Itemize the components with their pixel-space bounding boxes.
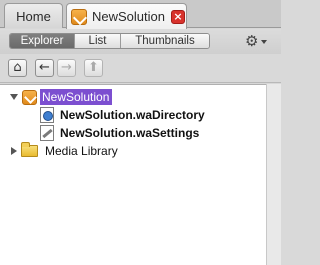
solution-icon: [71, 8, 87, 25]
navigation-bar: ⌂ ← → ⬆: [0, 54, 281, 83]
tab-home-label: Home: [16, 8, 51, 24]
solution-explorer-window: Home NewSolution × Explorer List Thumbna…: [0, 0, 281, 265]
tree-item-directory[interactable]: NewSolution.waDirectory: [40, 106, 205, 124]
view-switch: Explorer List Thumbnails: [9, 33, 210, 49]
tree-item-label: NewSolution.waSettings: [60, 126, 200, 140]
arrow-up-icon: ⬆: [88, 60, 99, 75]
forward-button[interactable]: →: [57, 59, 76, 77]
disclosure-open-icon[interactable]: [10, 94, 18, 100]
folder-icon: [21, 142, 38, 157]
tab-newsolution-label: NewSolution: [92, 9, 165, 24]
tree-item-media-library[interactable]: Media Library: [10, 142, 118, 160]
tree-item-solution[interactable]: NewSolution: [10, 88, 113, 106]
view-list-button[interactable]: List: [74, 34, 120, 48]
tree-item-settings[interactable]: NewSolution.waSettings: [40, 124, 199, 142]
tab-bar: Home NewSolution ×: [0, 0, 281, 29]
tab-newsolution[interactable]: NewSolution ×: [66, 3, 187, 29]
arrow-left-icon: ←: [39, 60, 50, 75]
settings-file-icon: [40, 125, 54, 141]
back-button[interactable]: ←: [35, 59, 54, 77]
gear-icon[interactable]: ⚙: [245, 34, 258, 49]
disclosure-closed-icon[interactable]: [11, 147, 17, 155]
tree-item-label: Media Library: [45, 144, 118, 158]
directory-file-icon: [40, 107, 54, 123]
arrow-right-icon: →: [61, 60, 72, 75]
file-tree: NewSolution NewSolution.waDirectory NewS…: [0, 84, 266, 265]
vertical-scrollbar[interactable]: [266, 84, 281, 265]
view-toolbar: Explorer List Thumbnails ⚙: [0, 29, 281, 54]
tree-item-label: NewSolution.waDirectory: [60, 108, 205, 122]
home-icon: ⌂: [13, 60, 22, 75]
view-explorer-button[interactable]: Explorer: [10, 34, 74, 48]
up-button[interactable]: ⬆: [84, 59, 103, 77]
view-thumbnails-button[interactable]: Thumbnails: [120, 34, 209, 48]
close-tab-icon[interactable]: ×: [171, 9, 185, 24]
home-button[interactable]: ⌂: [8, 59, 27, 77]
chevron-down-icon[interactable]: [261, 40, 267, 44]
tree-item-label: NewSolution: [40, 89, 113, 105]
tab-home[interactable]: Home: [4, 3, 63, 28]
solution-icon: [22, 89, 37, 105]
